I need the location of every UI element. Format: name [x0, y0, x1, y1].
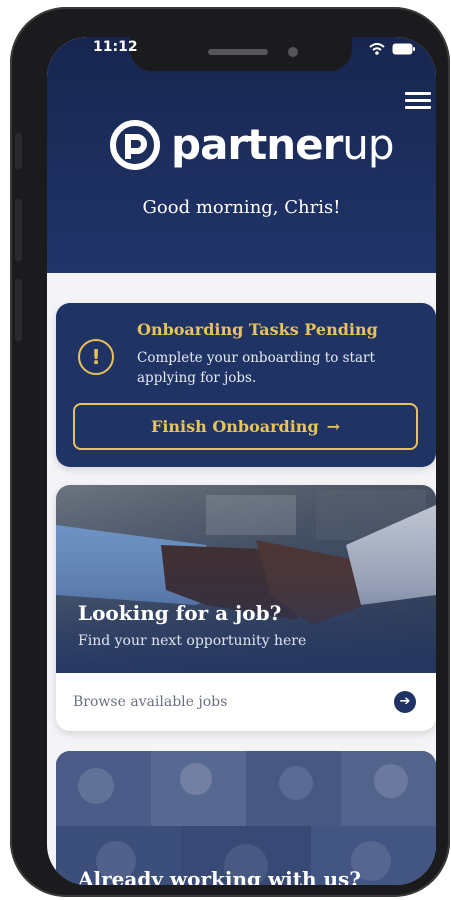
arrow-circle-right-icon[interactable]: ➔: [394, 691, 416, 713]
greeting-text: Good morning, Chris!: [142, 197, 341, 218]
status-icons: [369, 43, 416, 55]
browse-jobs-link[interactable]: Browse available jobs ➔: [56, 673, 436, 731]
status-time: 11:12: [93, 39, 138, 55]
logo-mark-icon: [110, 120, 160, 170]
app-header: partnerup Good morning, Chris!: [47, 37, 436, 273]
phone-frame: partnerup Good morning, Chris! ! Onboard…: [10, 7, 450, 897]
logo-text-up: up: [342, 120, 394, 169]
team-photo-image: [56, 751, 436, 885]
volume-up-button: [15, 199, 22, 261]
hamburger-menu-icon[interactable]: [405, 92, 431, 112]
exclamation-circle-icon: !: [78, 339, 114, 375]
onboarding-message: Complete your onboarding to start applyi…: [137, 350, 375, 386]
finish-onboarding-button[interactable]: Finish Onboarding →: [73, 403, 418, 450]
partnerup-logo: partnerup: [109, 119, 395, 171]
finish-onboarding-label: Finish Onboarding: [150, 417, 319, 436]
working-card-title: Already working with us?: [78, 867, 362, 885]
onboarding-title: Onboarding Tasks Pending: [137, 320, 378, 339]
logo-wordmark: partnerup: [171, 124, 395, 166]
browse-jobs-label: Browse available jobs: [73, 694, 228, 710]
battery-icon: [392, 43, 416, 55]
job-card-subtitle: Find your next opportunity here: [78, 633, 307, 649]
already-working-card[interactable]: Already working with us?: [56, 751, 436, 885]
logo-text-partner: partner: [171, 120, 343, 169]
front-camera: [288, 47, 298, 57]
onboarding-pending-card: ! Onboarding Tasks Pending Complete your…: [56, 303, 436, 467]
find-job-card[interactable]: Looking for a job? Find your next opport…: [56, 485, 436, 731]
volume-down-button: [15, 279, 22, 341]
job-card-title: Looking for a job?: [78, 601, 282, 625]
mute-switch: [15, 133, 22, 169]
app-screen: partnerup Good morning, Chris! ! Onboard…: [47, 37, 436, 885]
wifi-icon: [369, 43, 385, 55]
arrow-right-icon: →: [326, 417, 341, 436]
handshake-image: Looking for a job? Find your next opport…: [56, 485, 436, 673]
speaker-grille: [208, 49, 268, 55]
phone-notch: [130, 37, 352, 71]
